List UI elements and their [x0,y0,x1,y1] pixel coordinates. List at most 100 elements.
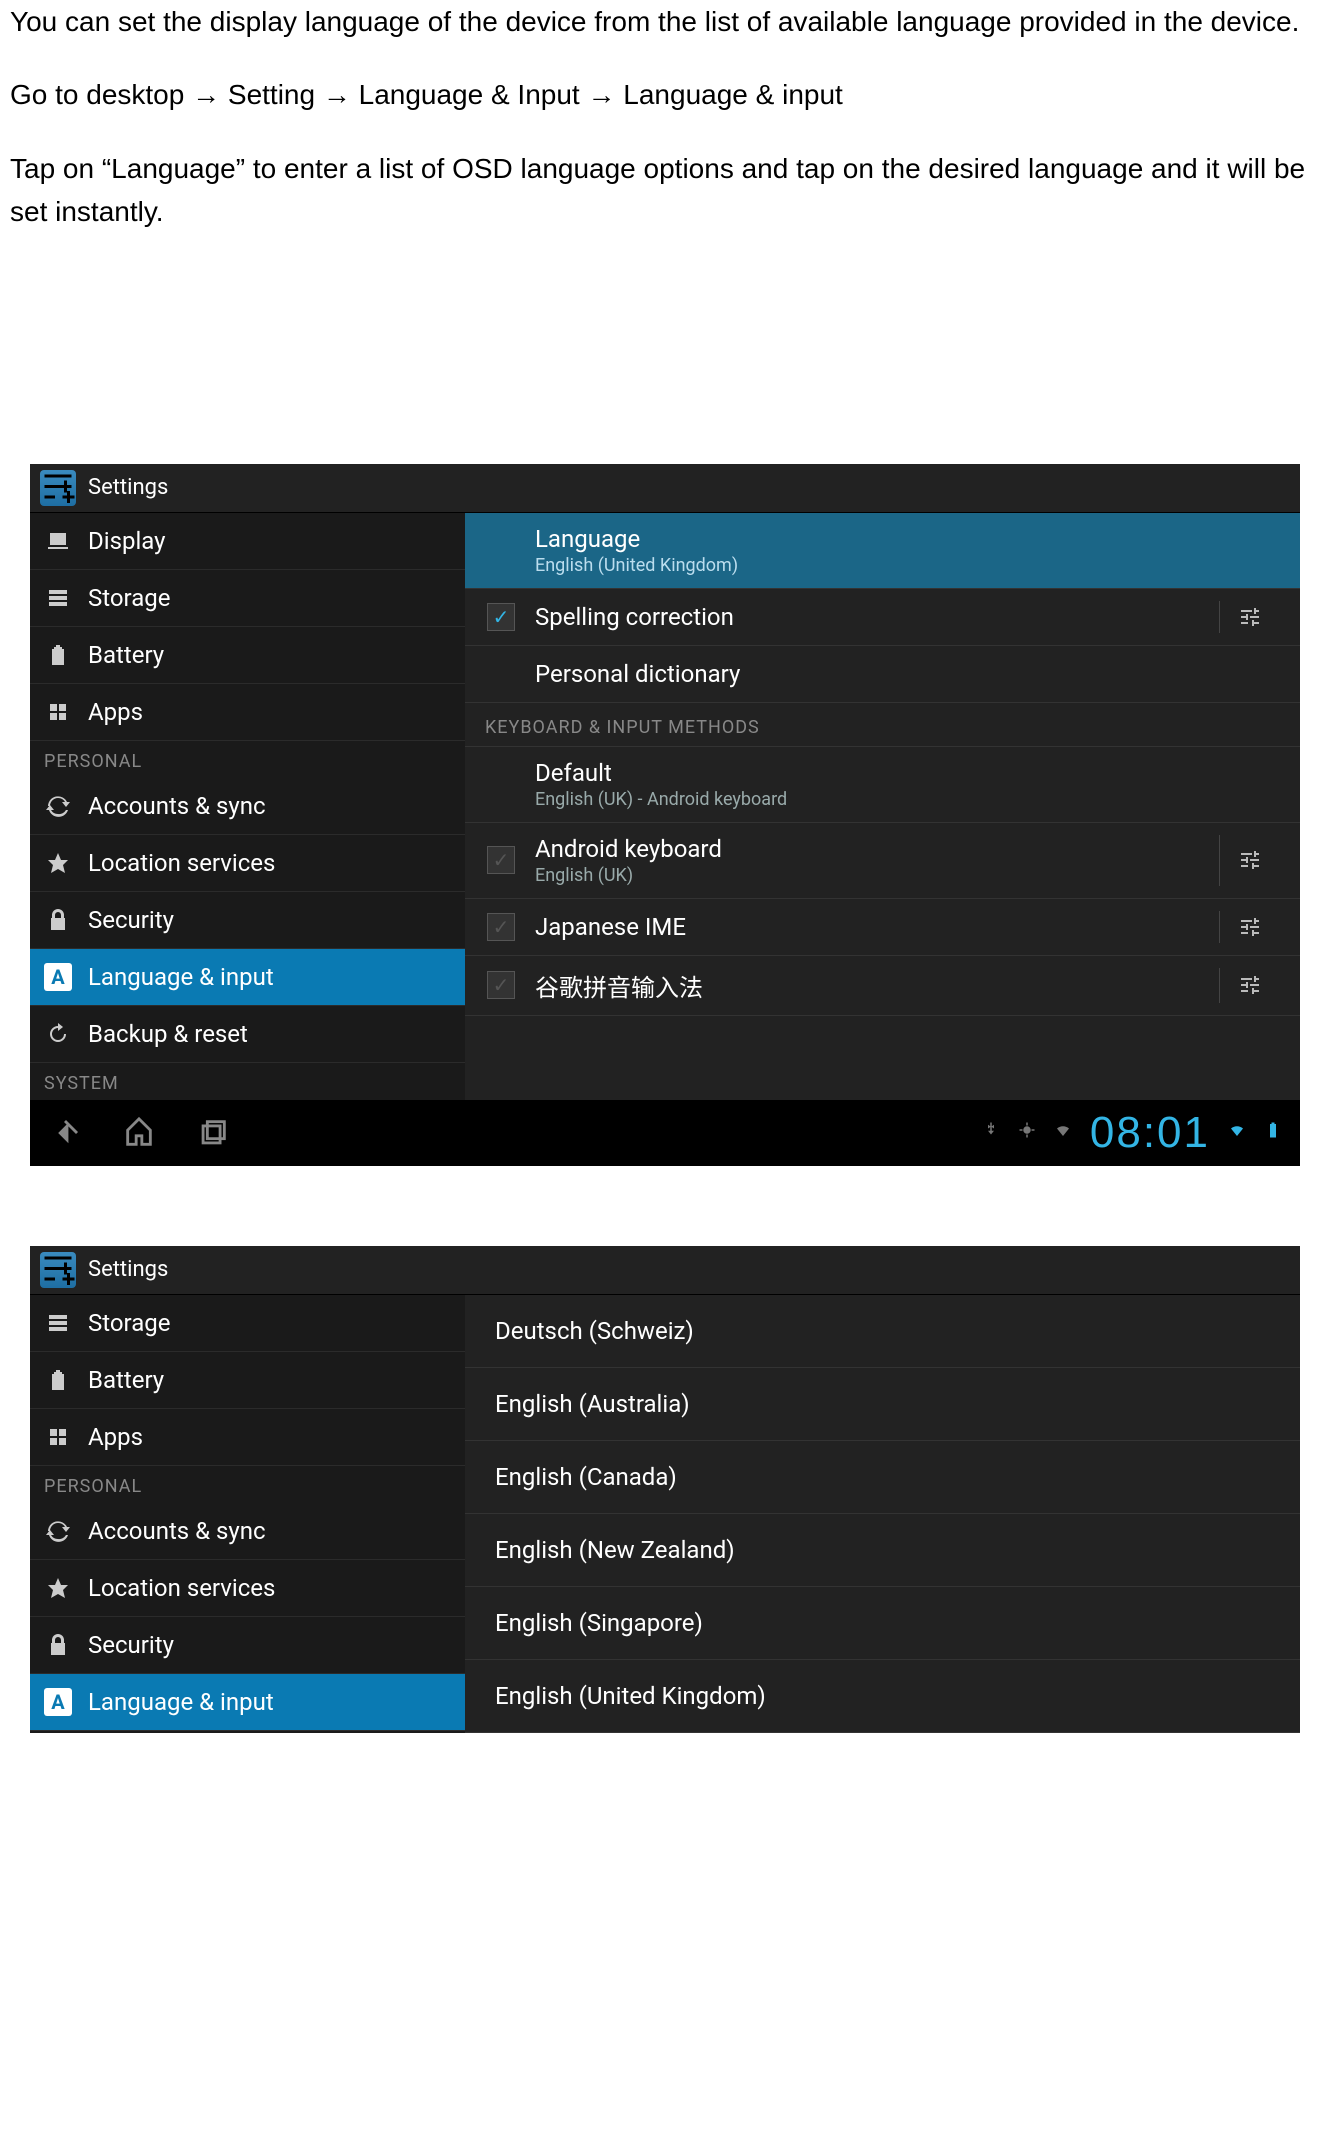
sidebar-item-apps[interactable]: Apps [30,684,465,741]
arrow-icon: → [323,79,351,110]
battery-icon [44,641,72,669]
sync-icon [44,1517,72,1545]
checkbox-checked-icon[interactable]: ✓ [487,603,515,631]
sidebar-item-security[interactable]: Security [30,892,465,949]
apps-icon [44,698,72,726]
sync-icon [44,792,72,820]
setting-title: 谷歌拼音输入法 [535,968,1219,1003]
checkbox-checked-disabled-icon: ✓ [487,971,515,999]
sidebar-item-label: Security [88,906,174,934]
sidebar-item-storage[interactable]: Storage [30,1295,465,1352]
sidebar-item-label: Accounts & sync [88,792,266,820]
home-button[interactable] [122,1116,156,1150]
sidebar-item-language-input[interactable]: A Language & input [30,949,465,1006]
setting-row-personal-dictionary[interactable]: Personal dictionary [465,646,1300,703]
back-button[interactable] [48,1116,82,1150]
row-settings-button[interactable] [1219,601,1280,633]
sidebar-item-label: Display [88,527,166,555]
backup-icon [44,1020,72,1048]
sidebar-item-label: Location services [88,849,275,877]
language-list[interactable]: Deutsch (Schweiz) English (Australia) En… [465,1295,1300,1733]
setting-title: Personal dictionary [535,660,1280,688]
screenshot-language-list: Settings Storage Battery Apps PERSONAL A… [30,1246,1300,1733]
nav-path-prefix: Go to desktop [10,79,192,110]
sidebar-header-personal: PERSONAL [30,1466,465,1503]
setting-row-google-pinyin[interactable]: ✓ 谷歌拼音输入法 [465,956,1300,1016]
status-clock: 08:01 [1090,1108,1210,1158]
setting-row-spelling[interactable]: ✓ Spelling correction [465,589,1300,646]
sidebar-item-label: Apps [88,1423,143,1451]
sidebar-item-language-input[interactable]: A Language & input [30,1674,465,1731]
settings-sidebar: Storage Battery Apps PERSONAL Accounts &… [30,1295,465,1733]
titlebar: Settings [30,464,1300,513]
sidebar-item-location[interactable]: Location services [30,835,465,892]
row-settings-button[interactable] [1219,968,1280,1003]
setting-sub: English (UK) [535,865,1219,886]
sidebar-item-backup-reset[interactable]: Backup & reset [30,1006,465,1063]
sidebar-item-accounts-sync[interactable]: Accounts & sync [30,778,465,835]
sidebar-item-security[interactable]: Security [30,1617,465,1674]
sidebar-item-storage[interactable]: Storage [30,570,465,627]
setting-row-default[interactable]: Default English (UK) - Android keyboard [465,747,1300,823]
setting-title: Japanese IME [535,913,1219,941]
lock-icon [44,1631,72,1659]
sidebar-item-accounts-sync[interactable]: Accounts & sync [30,1503,465,1560]
apps-icon [44,1423,72,1451]
language-icon: A [44,963,72,991]
sidebar-item-battery[interactable]: Battery [30,627,465,684]
setting-row-language[interactable]: Language English (United Kingdom) [465,513,1300,589]
setting-row-japanese-ime[interactable]: ✓ Japanese IME [465,899,1300,956]
language-option[interactable]: English (New Zealand) [465,1514,1300,1587]
usb-icon [982,1121,1000,1144]
intro-paragraph-2: Go to desktop → Setting → Language & Inp… [10,73,1313,116]
checkbox-checked-disabled-icon: ✓ [487,913,515,941]
settings-content: Language English (United Kingdom) ✓ Spel… [465,513,1300,1100]
title-text: Settings [88,1257,168,1282]
language-option[interactable]: English (United Kingdom) [465,1660,1300,1733]
battery-status-icon [1264,1121,1282,1144]
setting-row-android-keyboard[interactable]: ✓ Android keyboard English (UK) [465,823,1300,899]
sidebar-item-label: Storage [88,1309,170,1337]
sidebar-item-display[interactable]: Display [30,513,465,570]
lock-icon [44,906,72,934]
sidebar-item-label: Storage [88,584,170,612]
sidebar-item-label: Battery [88,1366,164,1394]
sidebar-item-label: Apps [88,698,143,726]
title-text: Settings [88,475,168,500]
sidebar-item-label: Accounts & sync [88,1517,266,1545]
nav-path-step: Language & Input [351,79,588,110]
content-header-keyboard: KEYBOARD & INPUT METHODS [465,703,1300,747]
language-option[interactable]: English (Singapore) [465,1587,1300,1660]
row-settings-button[interactable] [1219,835,1280,886]
language-option[interactable]: Deutsch (Schweiz) [465,1295,1300,1368]
battery-icon [44,1366,72,1394]
titlebar: Settings [30,1246,1300,1295]
nav-path-step: Language & input [616,79,843,110]
recent-apps-button[interactable] [196,1116,230,1150]
storage-icon [44,1309,72,1337]
wifi-icon [1054,1121,1072,1144]
language-option[interactable]: English (Canada) [465,1441,1300,1514]
nav-path-step: Setting [220,79,323,110]
language-option[interactable]: English (Australia) [465,1368,1300,1441]
arrow-icon: → [192,79,220,110]
settings-icon [40,470,76,506]
language-icon: A [44,1688,72,1716]
system-navbar: 08:01 [30,1100,1300,1166]
location-icon [44,1574,72,1602]
setting-sub: English (UK) - Android keyboard [535,789,1280,810]
sidebar-item-label: Security [88,1631,174,1659]
sidebar-item-battery[interactable]: Battery [30,1352,465,1409]
arrow-icon: → [588,79,616,110]
sidebar-header-system: SYSTEM [30,1063,465,1100]
sidebar-item-label: Language & input [88,1688,274,1716]
sidebar-item-apps[interactable]: Apps [30,1409,465,1466]
sidebar-item-location[interactable]: Location services [30,1560,465,1617]
debug-icon [1018,1121,1036,1144]
settings-sidebar: Display Storage Battery Apps PERSONAL Ac… [30,513,465,1100]
row-settings-button[interactable] [1219,911,1280,943]
setting-title: Default [535,759,1280,787]
location-icon [44,849,72,877]
display-icon [44,527,72,555]
wifi-signal-icon [1228,1121,1246,1144]
